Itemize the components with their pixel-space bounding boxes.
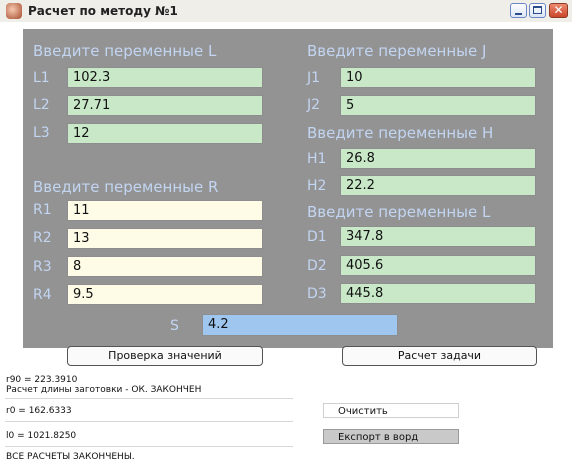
window-title: Расчет по методу №1	[28, 4, 178, 18]
j2-field[interactable]: 5	[340, 95, 536, 116]
r2-label: R2	[33, 230, 52, 246]
minimize-icon	[515, 13, 522, 15]
title-bar: Расчет по методу №1 ✕	[0, 0, 572, 22]
log-r0: r0 = 162.6333	[6, 406, 72, 416]
r1-field[interactable]: 11	[67, 200, 263, 221]
export-word-button[interactable]: Експорт в ворд	[323, 429, 459, 444]
j2-label: J2	[307, 97, 321, 113]
close-icon: ✕	[553, 3, 564, 17]
s-label: S	[170, 318, 179, 334]
h2-label: H2	[307, 178, 327, 194]
log-divider	[5, 421, 293, 422]
log-divider	[5, 446, 293, 447]
j1-field[interactable]: 10	[340, 67, 536, 88]
d1-field[interactable]: 347.8	[340, 226, 536, 247]
check-values-button[interactable]: Проверка значений	[67, 346, 263, 366]
d2-field[interactable]: 405.6	[340, 255, 536, 276]
d1-label: D1	[307, 229, 327, 245]
h1-label: H1	[307, 151, 327, 167]
h1-field[interactable]: 26.8	[340, 148, 536, 169]
log-divider	[5, 398, 293, 399]
l1-label: L1	[33, 70, 50, 86]
r-group-heading: Введите переменные R	[33, 178, 219, 196]
close-button[interactable]: ✕	[549, 3, 568, 18]
l2-field[interactable]: 27.71	[67, 95, 263, 116]
clear-button[interactable]: Очистить	[323, 403, 459, 418]
r4-field[interactable]: 9.5	[67, 284, 263, 305]
maximize-button[interactable]	[529, 3, 546, 18]
r4-label: R4	[33, 287, 52, 303]
r1-label: R1	[33, 202, 52, 218]
l1-field[interactable]: 102.3	[67, 67, 263, 88]
r2-field[interactable]: 13	[67, 228, 263, 249]
s-result-field[interactable]: 4.2	[202, 314, 398, 336]
l-group-heading: Введите переменные L	[33, 42, 217, 60]
maximize-icon	[533, 6, 542, 14]
l2-label: L2	[33, 97, 50, 113]
l3-label: L3	[33, 125, 50, 141]
app-icon	[6, 3, 22, 19]
calculate-button[interactable]: Расчет задачи	[342, 346, 537, 366]
h-group-heading: Введите переменные H	[307, 124, 494, 142]
d3-field[interactable]: 445.8	[340, 283, 536, 304]
minimize-button[interactable]	[510, 3, 527, 18]
r3-field[interactable]: 8	[67, 256, 263, 277]
d-group-heading: Введите переменные L	[307, 203, 491, 221]
l3-field[interactable]: 12	[67, 123, 263, 144]
r3-label: R3	[33, 259, 52, 275]
j1-label: J1	[307, 70, 321, 86]
d3-label: D3	[307, 286, 327, 302]
log-l0: l0 = 1021.8250	[6, 431, 77, 441]
j-group-heading: Введите переменные J	[307, 42, 487, 60]
log-final: ВСЕ РАСЧЕТЫ ЗАКОНЧЕНЫ.	[6, 452, 135, 462]
d2-label: D2	[307, 258, 327, 274]
log-status: Расчет длины заготовки - ОК. ЗАКОНЧЕН	[6, 385, 202, 395]
h2-field[interactable]: 22.2	[340, 175, 536, 196]
